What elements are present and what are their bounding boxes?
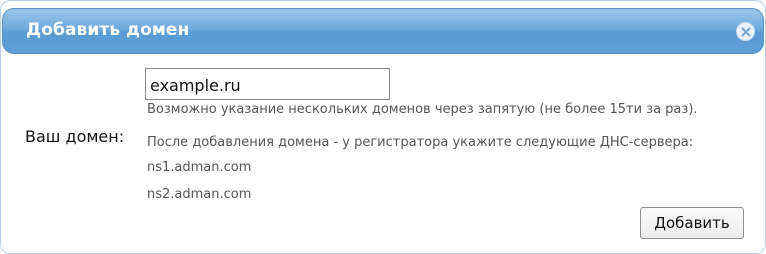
hint-multiple-domains: Возможно указание нескольких доменов чер… [147,102,698,117]
add-domain-dialog: Добавить домен Ваш домен: Возможно указа… [0,0,766,254]
nameserver-1: ns1.adman.com [147,160,252,175]
nameserver-2: ns2.adman.com [147,187,252,202]
domain-input[interactable] [145,68,390,100]
close-button[interactable] [736,22,755,41]
close-icon [741,27,751,37]
hint-dns-servers: После добавления домена - у регистратора… [147,135,694,150]
dialog-title: Добавить домен [26,20,190,40]
add-domain-button[interactable]: Добавить [640,207,744,239]
domain-label: Ваш домен: [25,127,125,146]
dialog-titlebar: Добавить домен [2,8,764,54]
